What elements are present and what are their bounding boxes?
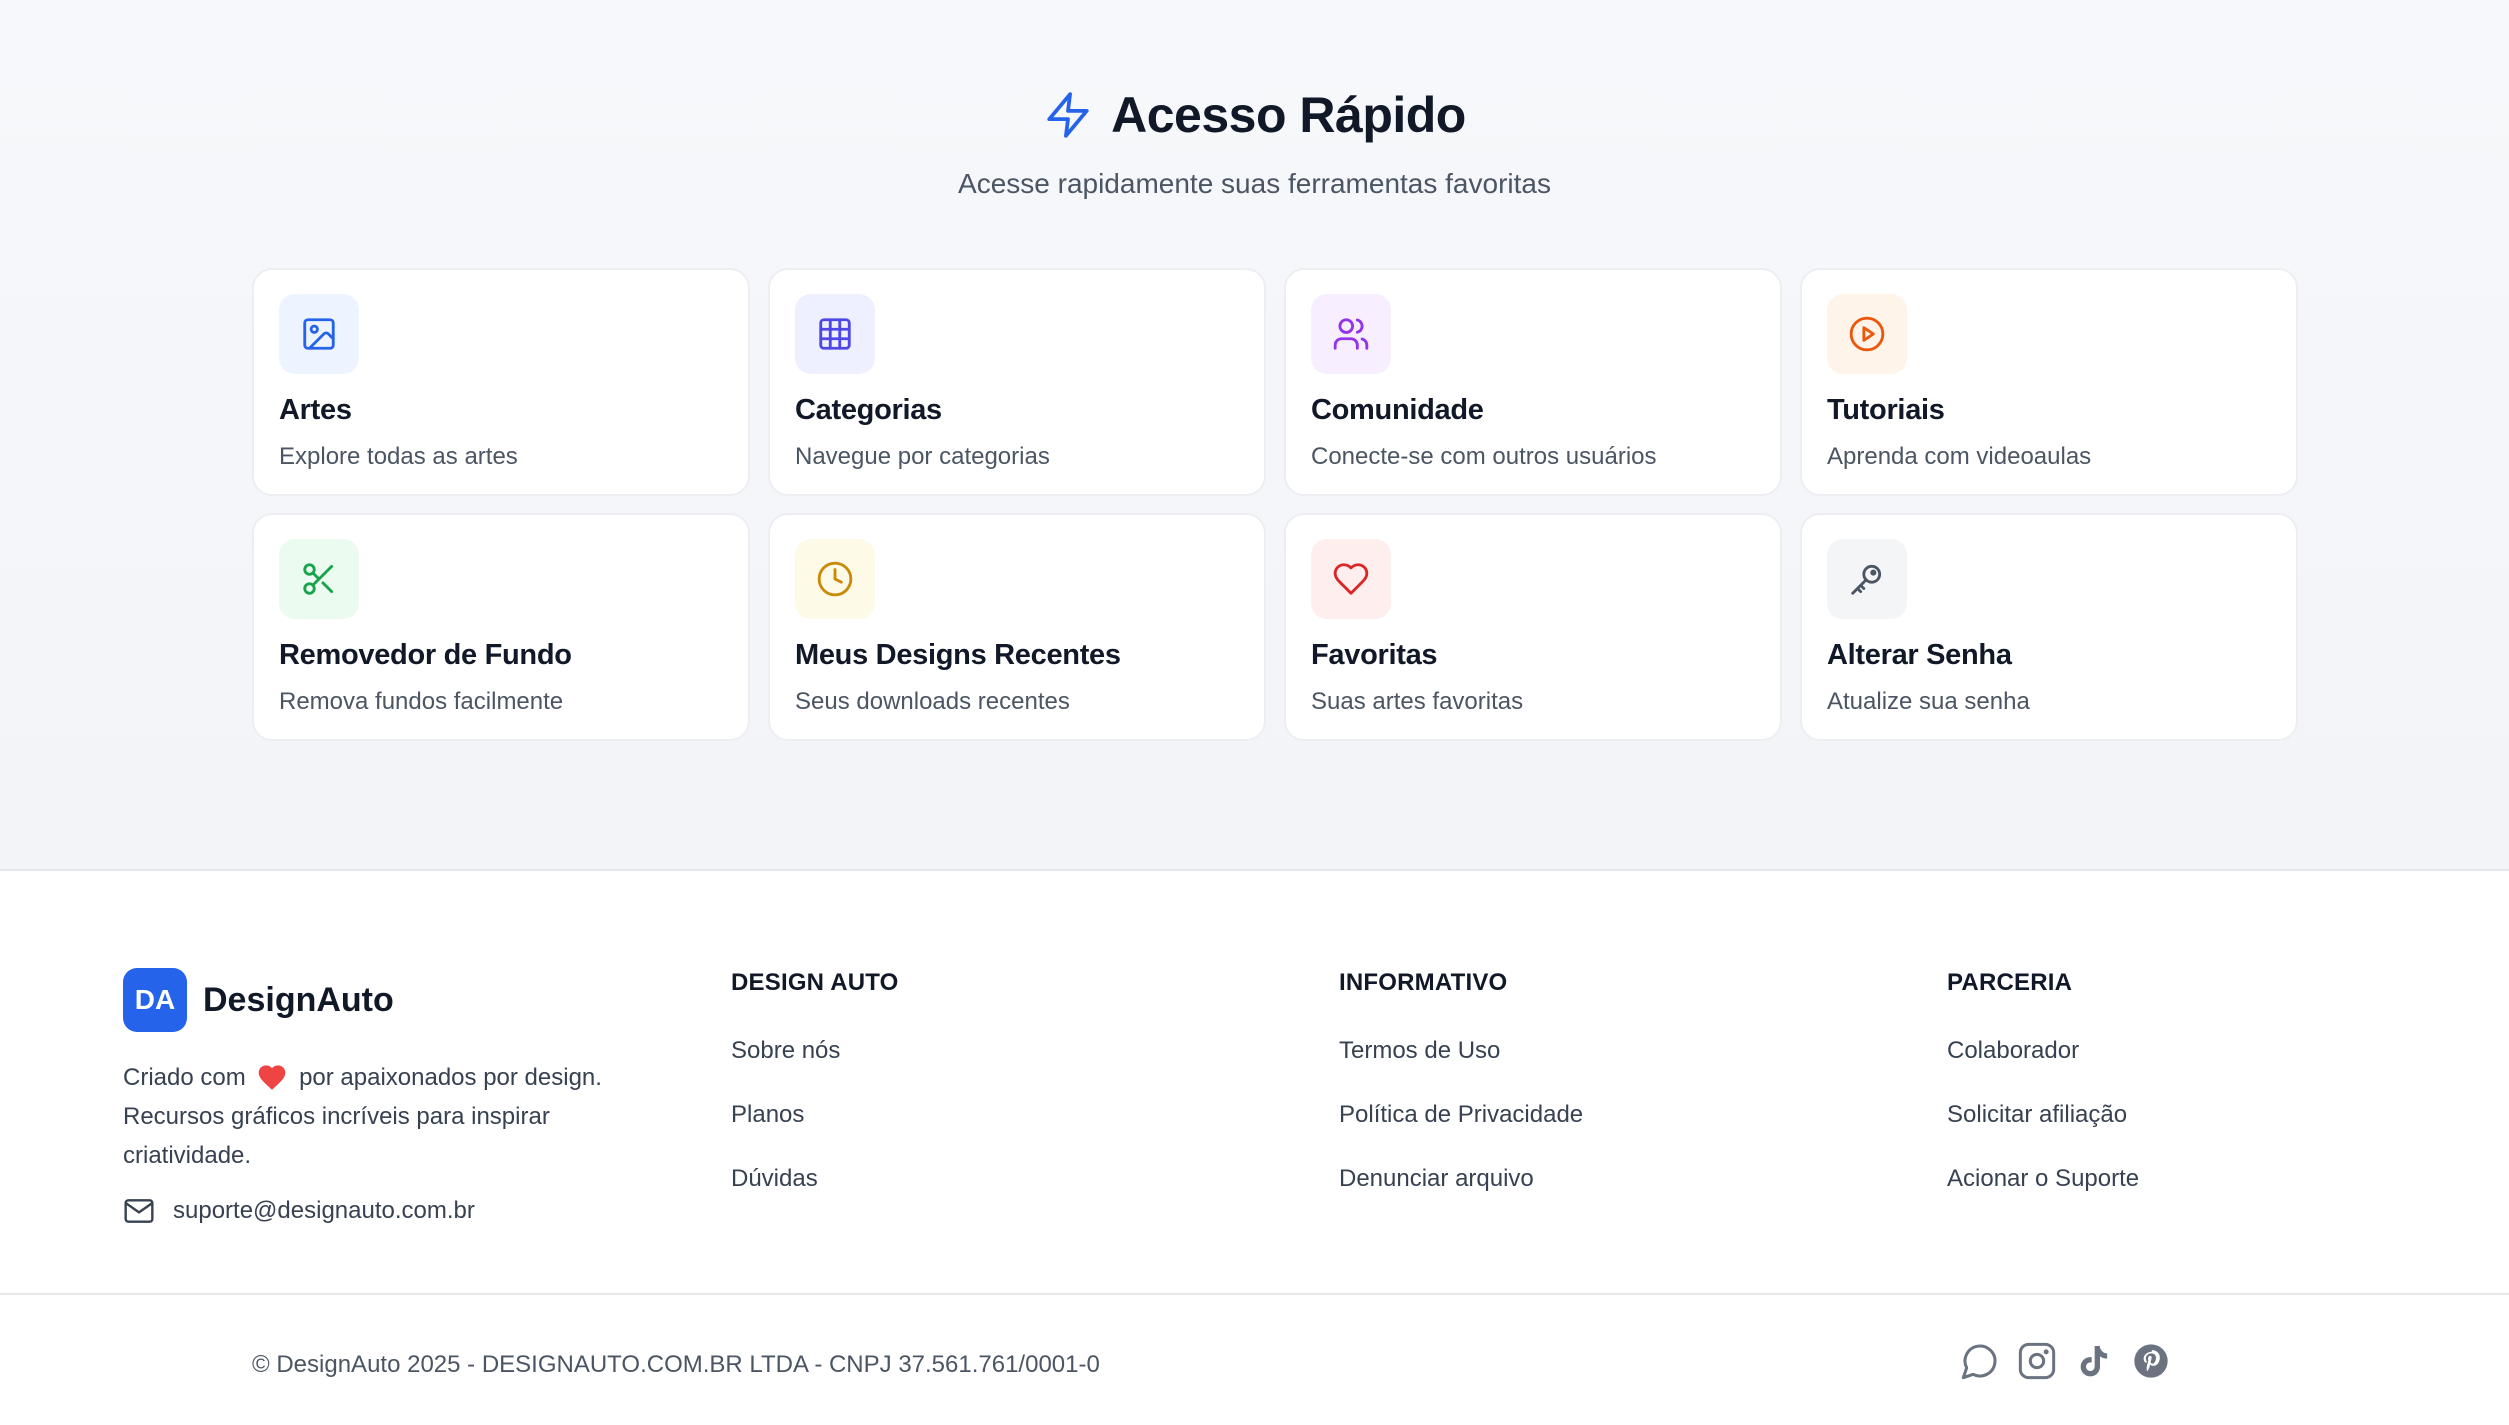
footer-link-afiliacao[interactable]: Solicitar afiliação — [1947, 1101, 2139, 1165]
copyright: © DesignAuto 2025 - DESIGNAUTO.COM.BR LT… — [252, 1351, 1100, 1378]
social-links — [1960, 1341, 2171, 1381]
card-title: Tutoriais — [1827, 394, 1945, 426]
users-icon — [1333, 318, 1369, 350]
card-favoritas[interactable]: Favoritas Suas artes favoritas — [1284, 513, 1782, 741]
quick-access-section: Acesso Rápido Acesse rapidamente suas fe… — [0, 0, 2509, 871]
footer-link-planos[interactable]: Planos — [731, 1101, 899, 1165]
footer-link-sobre-nos[interactable]: Sobre nós — [731, 1037, 899, 1101]
card-meus-designs-recentes[interactable]: Meus Designs Recentes Seus downloads rec… — [768, 513, 1266, 741]
footer-email[interactable]: suporte@designauto.com.br — [123, 1197, 475, 1225]
card-artes[interactable]: Artes Explore todas as artes — [252, 268, 750, 496]
scissors-icon — [303, 563, 334, 595]
card-icon-bg — [795, 294, 875, 374]
card-description: Conecte-se com outros usuários — [1311, 443, 1657, 470]
card-categorias[interactable]: Categorias Navegue por categorias — [768, 268, 1266, 496]
lightning-icon — [1047, 92, 1089, 138]
section-subtitle: Acesse rapidamente suas ferramentas favo… — [958, 168, 1551, 199]
key-icon — [1851, 564, 1882, 595]
heart-icon — [259, 1065, 286, 1090]
quick-access-grid: Artes Explore todas as artes Categorias … — [252, 268, 2298, 741]
section-heading: Acesso Rápido — [0, 86, 2509, 144]
footer-link-duvidas[interactable]: Dúvidas — [731, 1165, 899, 1229]
card-icon-bg — [1827, 294, 1907, 374]
tiktok-icon[interactable] — [2074, 1341, 2114, 1381]
section-title: Acesso Rápido — [1111, 87, 1466, 143]
card-tutoriais[interactable]: Tutoriais Aprenda com videoaulas — [1800, 268, 2298, 496]
footer-brand[interactable]: DA DesignAuto — [123, 968, 394, 1032]
footer-link-colaborador[interactable]: Colaborador — [1947, 1037, 2139, 1101]
image-icon — [303, 318, 335, 350]
footer-link-termos[interactable]: Termos de Uso — [1339, 1037, 1583, 1101]
card-description: Seus downloads recentes — [795, 688, 1070, 715]
card-title: Categorias — [795, 394, 942, 426]
card-title: Favoritas — [1311, 639, 1438, 671]
card-description: Remova fundos facilmente — [279, 688, 564, 715]
footer-column-informativo: INFORMATIVO Termos de Uso Política de Pr… — [1339, 969, 1583, 1229]
heart-icon — [1333, 563, 1369, 595]
footer-about: Criado com por apaixonados por design. R… — [123, 1058, 643, 1175]
whatsapp-icon[interactable] — [1960, 1341, 2000, 1381]
brand-logo: DA — [123, 968, 187, 1032]
about-text-start: Criado com — [123, 1064, 246, 1091]
play-circle-icon — [1849, 316, 1885, 352]
card-title: Artes — [279, 394, 352, 426]
brand-name: DesignAuto — [203, 980, 394, 1019]
pinterest-icon[interactable] — [2131, 1341, 2171, 1381]
column-title: DESIGN AUTO — [731, 969, 899, 996]
card-icon-bg — [279, 294, 359, 374]
mail-icon — [124, 1199, 154, 1223]
footer-column-parceria: PARCERIA Colaborador Solicitar afiliação… — [1947, 969, 2139, 1229]
card-icon-bg — [1311, 539, 1391, 619]
card-comunidade[interactable]: Comunidade Conecte-se com outros usuário… — [1284, 268, 1782, 496]
footer-column-design-auto: DESIGN AUTO Sobre nós Planos Dúvidas — [731, 969, 899, 1229]
footer-link-denunciar[interactable]: Denunciar arquivo — [1339, 1165, 1583, 1229]
clock-icon — [817, 561, 853, 597]
card-removedor-de-fundo[interactable]: Removedor de Fundo Remova fundos facilme… — [252, 513, 750, 741]
card-title: Removedor de Fundo — [279, 639, 572, 671]
footer-link-suporte[interactable]: Acionar o Suporte — [1947, 1165, 2139, 1229]
column-title: INFORMATIVO — [1339, 969, 1508, 996]
card-icon-bg — [279, 539, 359, 619]
card-description: Explore todas as artes — [279, 443, 518, 470]
email-address: suporte@designauto.com.br — [173, 1197, 475, 1224]
footer-divider — [0, 1293, 2509, 1295]
site-footer: DA DesignAuto Criado com por apaixonados… — [0, 873, 2509, 1425]
card-description: Atualize sua senha — [1827, 688, 2030, 715]
column-title: PARCERIA — [1947, 969, 2073, 996]
card-icon-bg — [1311, 294, 1391, 374]
grid-icon — [819, 318, 851, 350]
card-description: Navegue por categorias — [795, 443, 1050, 470]
card-title: Meus Designs Recentes — [795, 639, 1121, 671]
card-description: Suas artes favoritas — [1311, 688, 1524, 715]
footer-link-privacidade[interactable]: Política de Privacidade — [1339, 1101, 1583, 1165]
card-alterar-senha[interactable]: Alterar Senha Atualize sua senha — [1800, 513, 2298, 741]
instagram-icon[interactable] — [2017, 1341, 2057, 1381]
card-description: Aprenda com videoaulas — [1827, 443, 2092, 470]
card-title: Comunidade — [1311, 394, 1484, 426]
card-icon-bg — [1827, 539, 1907, 619]
card-title: Alterar Senha — [1827, 639, 2012, 671]
card-icon-bg — [795, 539, 875, 619]
